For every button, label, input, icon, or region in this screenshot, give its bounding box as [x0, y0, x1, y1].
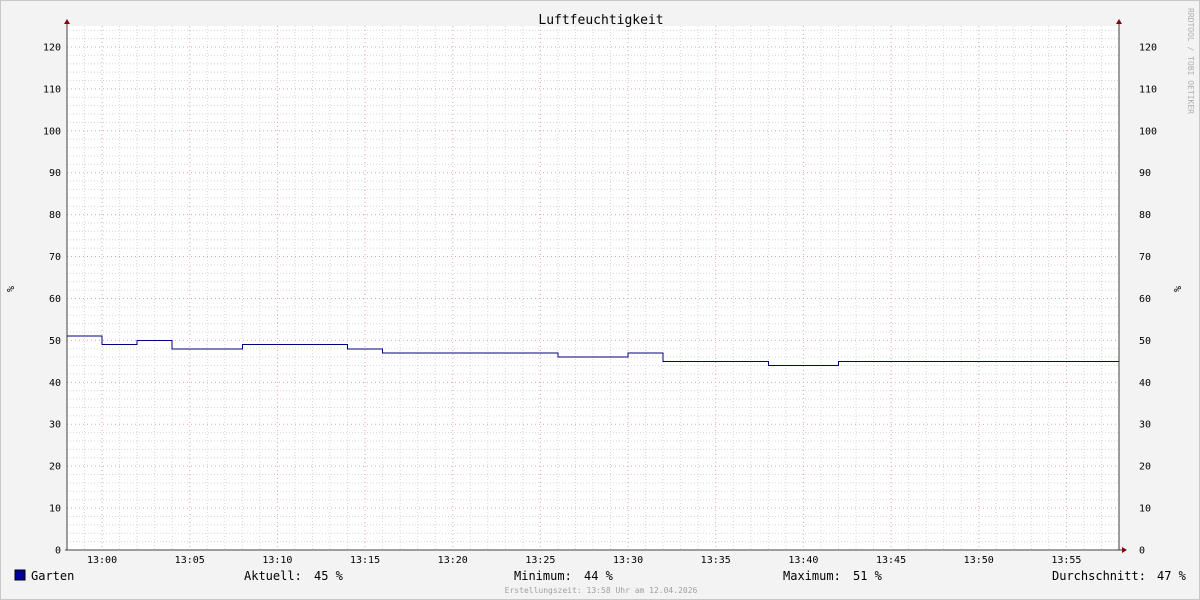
x-tick-label: 13:45: [876, 555, 906, 566]
y-tick-label-left: 100: [43, 126, 61, 137]
y-tick-label-left: 60: [49, 294, 61, 305]
legend-max-label: Maximum:: [783, 569, 841, 583]
y-tick-label-left: 70: [49, 252, 61, 263]
y-tick-label-right: 110: [1139, 84, 1157, 95]
x-tick-label: 13:35: [701, 555, 731, 566]
legend-min-label: Minimum:: [514, 569, 572, 583]
y-tick-label-right: 80: [1139, 210, 1151, 221]
y-tick-label-right: 40: [1139, 378, 1151, 389]
legend-swatch-garten: [14, 569, 26, 581]
y-tick-label-left: 30: [49, 420, 61, 431]
y-tick-label-left: 90: [49, 168, 61, 179]
legend-avg-value: 47 %: [1157, 569, 1187, 583]
legend-series-name: Garten: [31, 569, 74, 583]
y-tick-label-right: 90: [1139, 168, 1151, 179]
y-tick-label-left: 80: [49, 210, 61, 221]
x-tick-label: 13:20: [438, 555, 468, 566]
x-tick-labels: 13:00 13:05 13:10 13:15 13:20 13:25 13:30 13:35…: [87, 555, 1081, 566]
y-tick-label-left: 50: [49, 336, 61, 347]
chart-frame: 0 10 20 30 40 50 60 70 80 90 100 110 120 0 10 20 30 40 50…: [0, 0, 1200, 600]
x-axis-arrow: [1122, 547, 1127, 553]
y-tick-label-left: 20: [49, 462, 61, 473]
y-tick-labels-right: 0 10 20 30 40 50 60 70 80 90 100 110 120: [1139, 42, 1157, 556]
x-tick-label: 13:30: [613, 555, 643, 566]
y-tick-label-right: 120: [1139, 42, 1157, 53]
legend-avg-label: Durchschnitt:: [1052, 569, 1146, 583]
legend-max-value: 51 %: [853, 569, 883, 583]
chart-title: Luftfeuchtigkeit: [538, 13, 663, 28]
y-axis-right-arrow: [1116, 19, 1122, 24]
x-tick-label: 13:05: [175, 555, 205, 566]
y-tick-label-left: 0: [55, 546, 61, 557]
y-tick-label-right: 20: [1139, 462, 1151, 473]
legend-min-value: 44 %: [584, 569, 614, 583]
y-tick-label-left: 110: [43, 84, 61, 95]
x-tick-label: 13:15: [350, 555, 380, 566]
y-tick-label-right: 50: [1139, 336, 1151, 347]
y-tick-label-left: 10: [49, 504, 61, 515]
x-tick-label: 13:40: [788, 555, 818, 566]
legend-current-value: 45 %: [314, 569, 344, 583]
x-tick-label: 13:25: [525, 555, 555, 566]
y-tick-label-right: 10: [1139, 504, 1151, 515]
y-tick-label-right: 30: [1139, 420, 1151, 431]
watermark: RRDTOOL / TOBI OETIKER: [1186, 8, 1195, 114]
y-tick-label-right: 60: [1139, 294, 1151, 305]
x-tick-label: 13:00: [87, 555, 117, 566]
y-tick-label-right: 100: [1139, 126, 1157, 137]
x-tick-label: 13:10: [262, 555, 292, 566]
y-tick-label-left: 40: [49, 378, 61, 389]
legend-current-label: Aktuell:: [244, 569, 302, 583]
y-tick-label-right: 0: [1139, 546, 1145, 557]
humidity-chart: 0 10 20 30 40 50 60 70 80 90 100 110 120 0 10 20 30 40 50…: [6, 8, 1195, 595]
creation-timestamp: Erstellungszeit: 13:58 Uhr am 12.04.2026: [505, 586, 698, 595]
legend: Garten Aktuell: 45 % Minimum: 44 % Maxim…: [14, 569, 1187, 583]
x-tick-label: 13:55: [1051, 555, 1081, 566]
y-axis-label-left: %: [6, 286, 17, 292]
y-tick-label-left: 120: [43, 42, 61, 53]
y-tick-labels-left: 0 10 20 30 40 50 60 70 80 90 100 110 120: [43, 42, 61, 556]
y-axis-left-arrow: [64, 19, 70, 24]
x-tick-label: 13:50: [964, 555, 994, 566]
y-axis-label-right: %: [1173, 286, 1184, 292]
y-tick-label-right: 70: [1139, 252, 1151, 263]
